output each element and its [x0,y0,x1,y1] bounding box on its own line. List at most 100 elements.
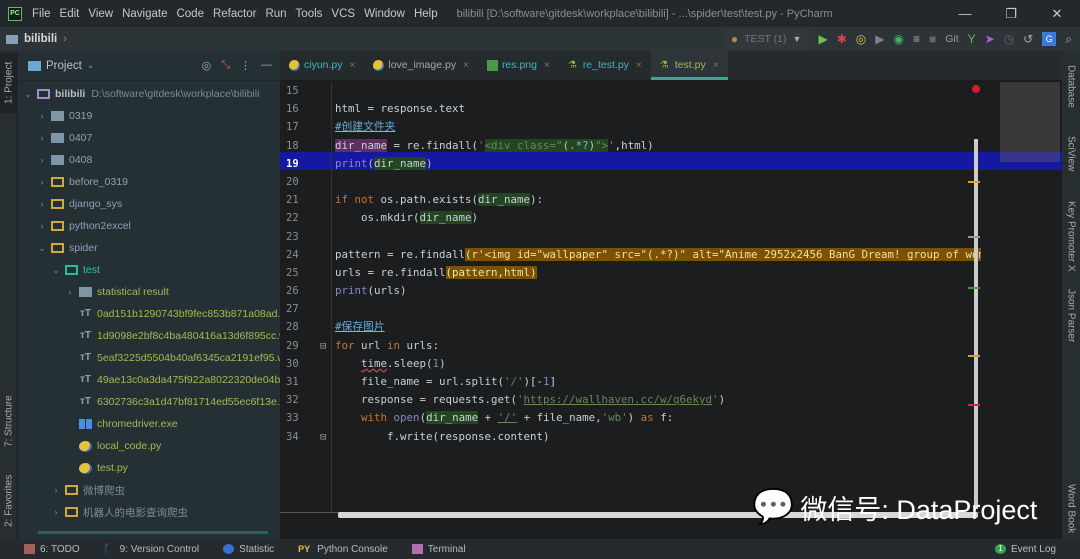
tab-database[interactable]: Database [1062,59,1080,114]
chevron-down-icon[interactable]: ⌄ [87,60,95,71]
run-config-selector[interactable]: ● TEST (1) ▼ [722,29,810,49]
tab-structure-toolwindow[interactable]: 7: Structure [0,381,18,461]
expand-arrow-icon[interactable]: › [36,199,48,209]
tab-ciyun[interactable]: ciyun.py × [280,50,364,80]
expand-arrow-icon[interactable]: › [36,111,48,121]
menu-edit[interactable]: Edit [60,8,80,20]
menu-help[interactable]: Help [414,8,438,20]
translate-icon[interactable]: G [1042,32,1057,46]
tree-item[interactable]: ⌄ spider [18,237,280,259]
expand-arrow-icon[interactable]: ⌄ [36,243,48,254]
error-indicator-icon[interactable] [972,85,980,93]
menu-file[interactable]: File [32,8,51,20]
search-icon[interactable]: ⌕ [1065,32,1072,46]
vcs-push-icon[interactable]: ➤ [985,32,995,46]
tab-test[interactable]: ⚗ test.py × [650,50,728,80]
profile-icon[interactable]: ▶ [875,32,884,46]
collapse-all-icon[interactable]: ⤡ [221,59,230,72]
debug-icon[interactable]: ✱ [837,32,847,46]
menu-code[interactable]: Code [176,8,204,20]
marker[interactable] [968,287,980,289]
history-icon[interactable]: ◷ [1004,32,1014,46]
tree-item[interactable]: тT 0ad151b1290743bf9fec853b871a08ad.woff [18,303,280,325]
todo-button[interactable]: 6: TODO [24,544,80,555]
run-icon[interactable]: ▶ [818,32,827,46]
git-label[interactable]: Git [945,33,958,45]
tree-item[interactable]: ⌄ test [18,259,280,281]
statistic-button[interactable]: Statistic [223,544,274,555]
expand-arrow-icon[interactable]: › [36,177,48,187]
locate-file-icon[interactable]: ◎ [202,59,212,72]
coverage-icon[interactable]: ◎ [856,32,866,46]
menu-view[interactable]: View [88,8,113,20]
expand-arrow-icon[interactable]: › [36,133,48,143]
project-view-selector[interactable]: Project [46,60,82,72]
tree-item[interactable]: test.py [18,457,280,479]
marker[interactable] [968,236,980,238]
tree-item[interactable]: тT 1d9098e2bf8c4ba480416a13d6f895cc.woff [18,325,280,347]
menu-refactor[interactable]: Refactor [213,8,256,20]
concurrency-icon[interactable]: ◉ [893,32,903,46]
warning-marker[interactable] [968,181,980,183]
expand-arrow-icon[interactable]: ⌄ [50,265,62,276]
tree-item[interactable]: тT 6302736c3a1d47bf81714ed55ec6f13e.woff [18,391,280,413]
tree-item[interactable]: chromedriver.exe [18,413,280,435]
tab-key-promoter[interactable]: Key Promoter X [1062,191,1080,281]
tree-item[interactable]: local_code.py [18,435,280,457]
close-tab-icon[interactable]: × [463,60,469,71]
tree-item[interactable]: › python2excel [18,215,280,237]
close-tab-icon[interactable]: × [636,60,642,71]
vcs-update-icon[interactable]: Y [968,32,976,46]
vertical-scrollbar[interactable] [974,139,978,509]
close-button[interactable]: ✕ [1034,6,1080,22]
tree-item[interactable]: › 微博爬虫 [18,479,280,501]
tree-item[interactable]: › statistical result [18,281,280,303]
tree-item[interactable]: › django_sys [18,193,280,215]
menu-window[interactable]: Window [364,8,405,20]
tree-item[interactable]: › 0407 [18,127,280,149]
tab-project-toolwindow[interactable]: 1: Project [0,53,18,113]
menu-tools[interactable]: Tools [296,8,323,20]
tree-item[interactable]: › 0319 [18,105,280,127]
tree-item[interactable]: тT 49ae13c0a3da475f922a8022320de04b.woff [18,369,280,391]
expand-arrow-icon[interactable]: › [36,155,48,165]
error-marker[interactable] [968,404,980,406]
minimize-button[interactable]: — [942,6,988,21]
tree-item[interactable]: тT 5eaf3225d5504b40af6345ca2191ef95.woff [18,347,280,369]
python-console-button[interactable]: PY Python Console [298,544,388,555]
tab-favorites-toolwindow[interactable]: 2: Favorites [0,466,18,536]
expand-arrow-icon[interactable]: ⌄ [22,89,34,100]
tab-word-book[interactable]: Word Book [1062,481,1080,536]
version-control-button[interactable]: ᚴ 9: Version Control [104,544,200,555]
tree-item[interactable]: › 0408 [18,149,280,171]
tab-love-image[interactable]: love_image.py × [364,50,478,80]
expand-arrow-icon[interactable]: › [36,221,48,231]
code-minimap[interactable] [1000,82,1060,162]
more-options-icon[interactable]: ⋮ [240,59,251,72]
warning-marker[interactable] [968,355,980,357]
expand-arrow-icon[interactable]: › [64,287,76,297]
tab-res-png[interactable]: res.png × [478,50,559,80]
menu-vcs[interactable]: VCS [331,8,355,20]
breadcrumb-project[interactable]: bilibili [24,33,57,45]
close-tab-icon[interactable]: × [544,60,550,71]
tree-item-root[interactable]: ⌄ bilibili D:\software\gitdesk\workplace… [18,83,280,105]
fold-icon[interactable]: ⊟ [320,428,326,446]
tab-json-parser[interactable]: Json Parser [1062,286,1080,346]
code-editor[interactable]: html = response.text #创建文件夹 dir_name = r… [333,82,981,512]
close-tab-icon[interactable]: × [350,60,356,71]
url-link[interactable]: https://wallhaven.cc/w/q6ekyd [524,393,713,406]
menu-navigate[interactable]: Navigate [122,8,167,20]
tab-sciview[interactable]: SciView [1062,126,1080,181]
horizontal-scrollbar[interactable] [38,531,268,534]
close-tab-icon[interactable]: × [713,60,719,71]
fold-icon[interactable]: ⊟ [320,337,326,355]
event-log-button[interactable]: 1 Event Log [994,544,1056,555]
expand-arrow-icon[interactable]: › [50,507,62,517]
stop-icon[interactable]: ■ [929,32,936,46]
menu-run[interactable]: Run [265,8,286,20]
run-list-icon[interactable]: ≡ [913,32,920,46]
rollback-icon[interactable]: ↺ [1023,32,1033,46]
tree-item[interactable]: › before_0319 [18,171,280,193]
expand-arrow-icon[interactable]: › [50,485,62,495]
